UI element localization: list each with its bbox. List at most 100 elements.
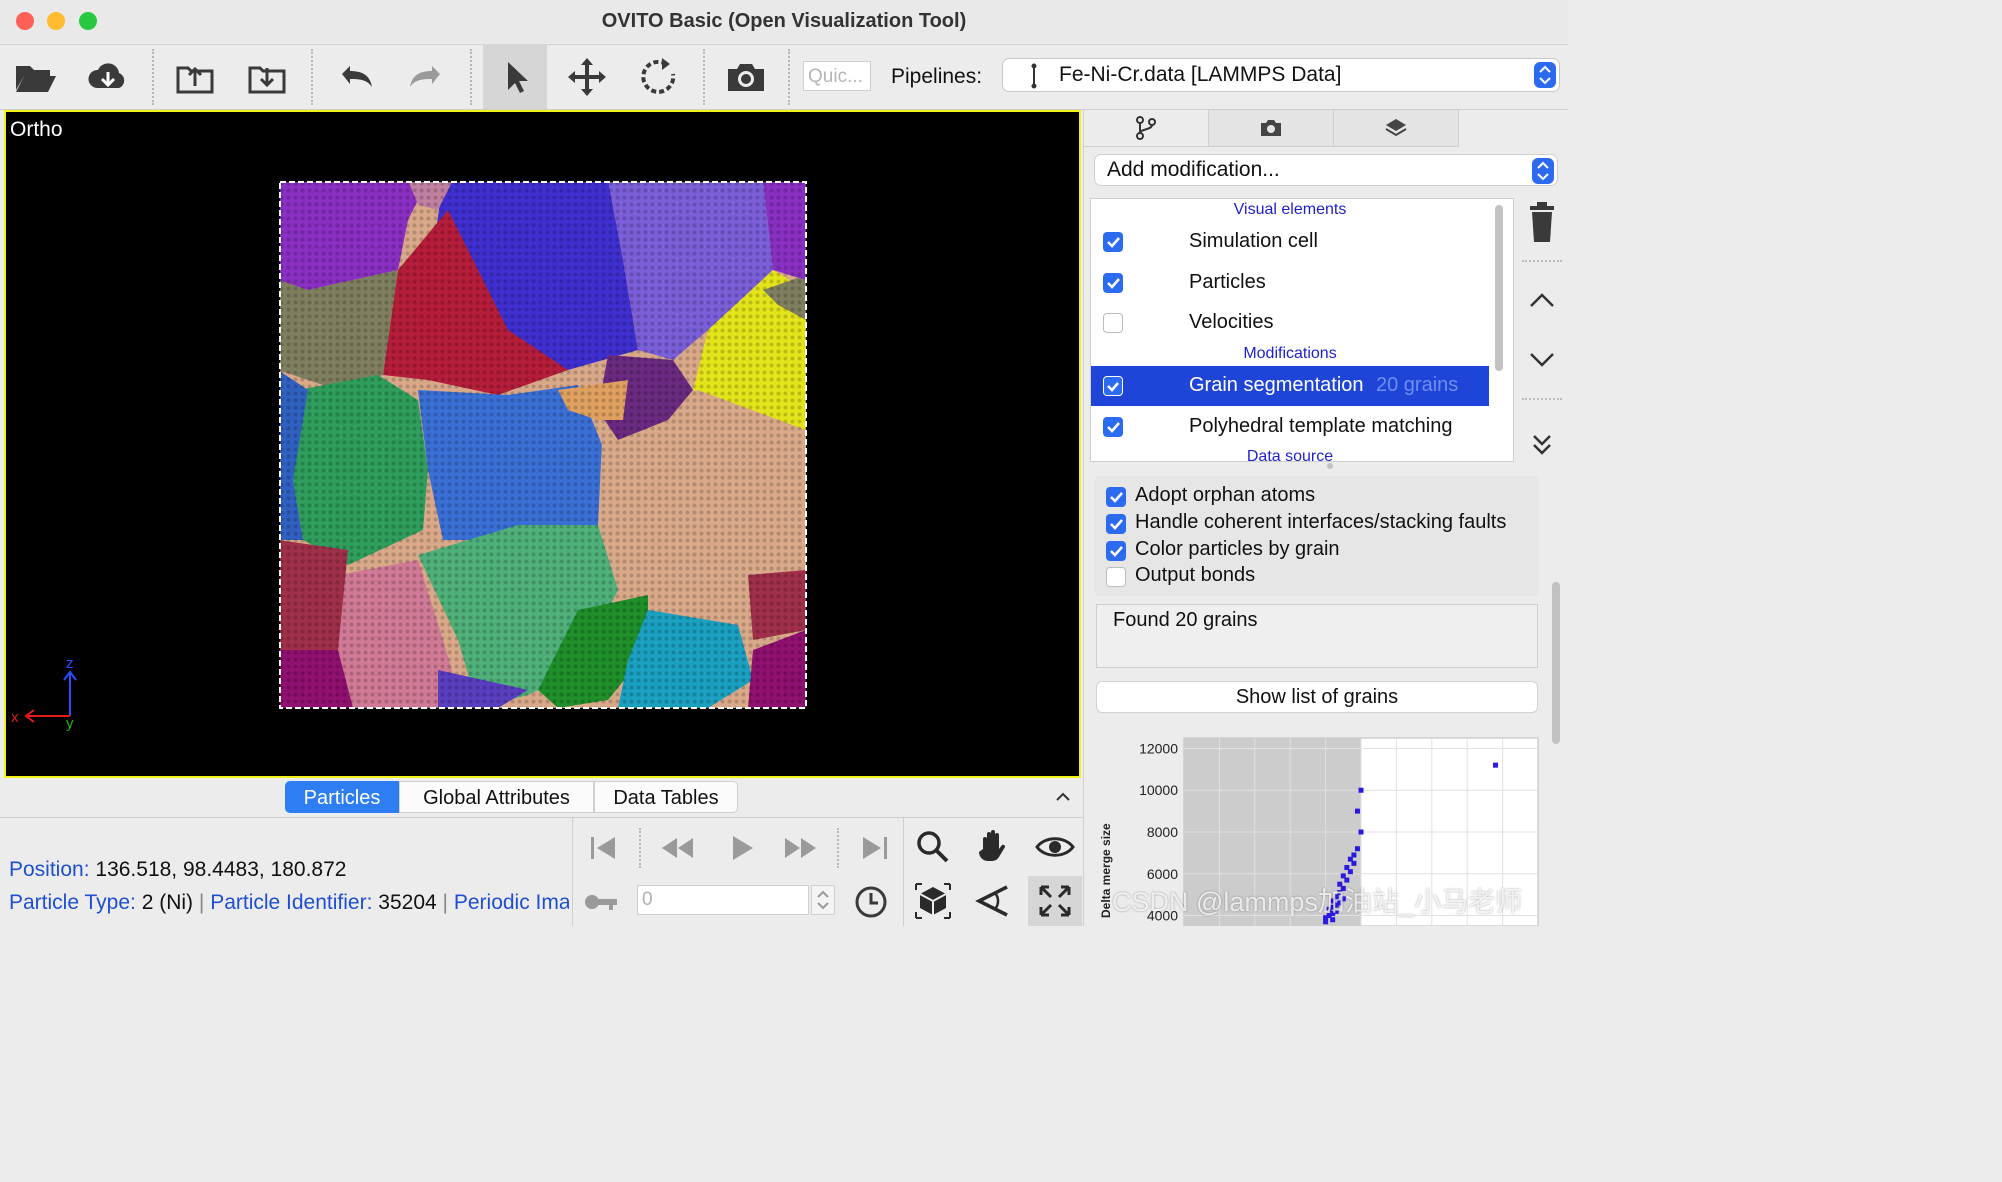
chevron-updown-icon (1534, 62, 1556, 88)
camera-icon (1261, 120, 1281, 136)
tab-data-tables[interactable]: Data Tables (594, 781, 738, 813)
watermark-text: CSDN @lammps加油站_小马老师 (1112, 887, 1522, 917)
pipeline-list-scrollbar[interactable] (1495, 205, 1503, 371)
pipeline-selected-value: Fe-Ni-Cr.data [LAMMPS Data] (1059, 63, 1342, 86)
list-item-simulation-cell[interactable]: Simulation cell (1091, 222, 1489, 262)
window-title: OVITO Basic (Open Visualization Tool) (601, 10, 967, 32)
particle-picking-info: Position: 136.518, 98.4483, 180.872 Part… (0, 818, 572, 926)
checkbox-grain-segmentation[interactable] (1103, 376, 1123, 396)
pointer-icon (508, 62, 528, 93)
tab-pipeline[interactable] (1084, 110, 1209, 147)
particle-identifier-label: Particle Identifier: (210, 891, 373, 914)
list-item-label: Particles (1189, 271, 1266, 293)
checkbox-particles[interactable] (1103, 273, 1123, 293)
import-file-button[interactable] (237, 49, 297, 105)
frame-spinner-arrows[interactable] (811, 885, 835, 915)
move-up-button[interactable] (1528, 288, 1556, 312)
checkbox-ptm[interactable] (1103, 417, 1123, 437)
undo-button[interactable] (325, 49, 385, 105)
jump-to-start-button[interactable] (579, 826, 627, 870)
more-actions-button[interactable] (1530, 432, 1554, 458)
status-text-box: Found 20 grains (1096, 604, 1538, 668)
command-panel: Add modification... Visual elements Simu… (1083, 110, 1569, 927)
checkbox-adopt-orphan-atoms[interactable] (1106, 487, 1126, 507)
properties-scrollbar[interactable] (1552, 582, 1560, 744)
y-tick-label: 8000 (1147, 824, 1178, 840)
data-inspector-tabbar: Particles Global Attributes Data Tables (0, 779, 1083, 818)
rotate-mode-button[interactable] (629, 49, 689, 105)
add-modification-dropdown[interactable]: Add modification... (1094, 154, 1558, 186)
checkbox-output-bonds[interactable] (1106, 567, 1126, 587)
viewport-ortho[interactable]: Ortho z x y (4, 110, 1081, 778)
checkbox-velocities[interactable] (1103, 313, 1123, 333)
axis-x-label: x (11, 709, 19, 726)
fov-icon (975, 885, 1008, 917)
redo-button[interactable] (397, 49, 457, 105)
pipeline-selector[interactable]: Fe-Ni-Cr.data [LAMMPS Data] (1002, 58, 1560, 92)
main-toolbar: Quic... Pipelines: Fe-Ni-Cr.data [LAMMPS… (0, 45, 1568, 110)
clock-icon (855, 886, 887, 918)
periodic-image-label: Periodic Ima (453, 891, 569, 914)
add-modification-label: Add modification... (1107, 158, 1280, 181)
auto-key-mode-button[interactable] (579, 882, 623, 922)
animation-settings-button[interactable] (849, 882, 893, 922)
option-label: Handle coherent interfaces/stacking faul… (1135, 511, 1507, 533)
pipelines-label: Pipelines: (891, 65, 983, 88)
viewport-caption[interactable]: Ortho (10, 118, 63, 142)
checkbox-handle-coherent-interfaces[interactable] (1106, 514, 1126, 534)
previous-frame-button[interactable] (653, 826, 701, 870)
move-mode-button[interactable] (557, 49, 617, 105)
export-file-button[interactable] (165, 49, 225, 105)
modifications-header: Modifications (1243, 345, 1337, 362)
selection-mode-button[interactable] (483, 45, 547, 109)
expand-arrows-icon (1039, 885, 1071, 917)
zoom-scene-extents-button[interactable] (908, 878, 958, 924)
rotate-icon (641, 58, 676, 94)
render-button[interactable] (716, 49, 776, 105)
branch-icon (1136, 116, 1156, 140)
visual-elements-header: Visual elements (1233, 201, 1347, 218)
orbit-button[interactable] (1028, 824, 1082, 870)
title-bar: OVITO Basic (Open Visualization Tool) (0, 0, 1568, 45)
list-item-particles[interactable]: Particles (1091, 263, 1489, 303)
list-item-grain-segmentation[interactable]: Grain segmentation 20 grains (1091, 366, 1489, 406)
move-arrows-icon (568, 58, 606, 96)
tab-render[interactable] (1209, 110, 1334, 147)
quick-command-input[interactable]: Quic... (803, 61, 871, 91)
checkbox-color-particles-by-grain[interactable] (1106, 541, 1126, 561)
particle-identifier-value: 35204 (378, 891, 437, 914)
tab-global-attributes[interactable]: Global Attributes (399, 781, 594, 813)
pipeline-editor-list: Visual elements Simulation cell Particle… (1090, 198, 1514, 462)
list-item-label: Simulation cell (1189, 230, 1318, 252)
field-of-view-button[interactable] (968, 878, 1018, 924)
rewind-icon (662, 838, 693, 858)
tab-particles[interactable]: Particles (285, 781, 399, 813)
checkbox-simulation-cell[interactable] (1103, 232, 1123, 252)
show-list-of-grains-button[interactable]: Show list of grains (1096, 681, 1538, 713)
jump-to-end-button[interactable] (851, 826, 899, 870)
folder-open-icon (16, 66, 56, 92)
animation-controls: 0 (572, 818, 903, 926)
skip-end-icon (863, 837, 887, 859)
maximize-viewport-button[interactable] (1028, 876, 1082, 926)
next-frame-button[interactable] (777, 826, 825, 870)
load-remote-button[interactable] (78, 49, 138, 105)
zoom-button[interactable] (908, 824, 958, 870)
move-down-button[interactable] (1528, 348, 1556, 372)
frame-spinner-input[interactable]: 0 (637, 885, 809, 915)
position-line: Position: 136.518, 98.4483, 180.872 (9, 858, 346, 882)
spinner-arrows-icon (817, 890, 829, 910)
chevron-up-icon[interactable] (1054, 789, 1072, 803)
list-item-polyhedral-template-matching[interactable]: Polyhedral template matching (1091, 407, 1489, 447)
viewport-navigation-controls (903, 818, 1084, 926)
pipeline-icon (1031, 63, 1037, 89)
tab-overlays[interactable] (1334, 110, 1459, 147)
pan-button[interactable] (968, 824, 1018, 870)
play-button[interactable] (717, 826, 765, 870)
delete-modifier-button[interactable] (1524, 202, 1560, 244)
list-item-velocities[interactable]: Velocities (1091, 303, 1489, 343)
redo-icon (410, 66, 440, 87)
grain-segmentation-options: Adopt orphan atoms Handle coherent inter… (1094, 476, 1539, 596)
open-file-button[interactable] (5, 49, 65, 105)
panel-splitter[interactable] (1327, 463, 1333, 469)
